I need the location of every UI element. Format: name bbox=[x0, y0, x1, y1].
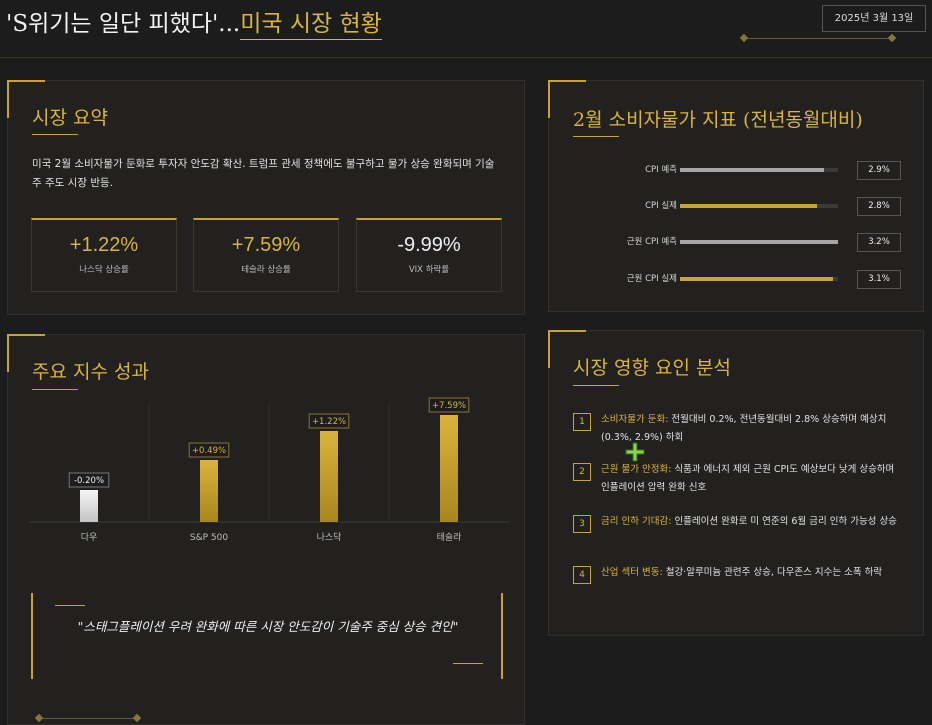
cpi-bar-track bbox=[680, 168, 838, 172]
chart-category-label: S&P 500 bbox=[190, 533, 228, 543]
stat-vix: -9.99% VIX 하락률 bbox=[356, 218, 502, 292]
cpi-label: CPI 예측 bbox=[645, 165, 677, 175]
factor-key: 근원 물가 안정화: bbox=[601, 464, 672, 475]
cpi-label: 근원 CPI 예측 bbox=[626, 237, 677, 247]
stat-nasdaq: +1.22% 나스닥 상승률 bbox=[31, 218, 177, 292]
title-prefix: 'S위기는 일단 피했다'... bbox=[6, 11, 241, 37]
chart-bar bbox=[200, 460, 218, 522]
title-highlight: 미국 시장 현황 bbox=[240, 11, 382, 40]
factor-key: 산업 섹터 변동: bbox=[601, 567, 663, 578]
footer-divider-dot bbox=[34, 713, 44, 723]
cpi-card: 2월 소비자물가 지표 (전년동월대비) CPI 예측 2.9% CPI 실제 … bbox=[548, 80, 924, 312]
cpi-bar-fill bbox=[680, 168, 824, 172]
cpi-label: CPI 실제 bbox=[645, 201, 677, 211]
chart-data-label: -0.20% bbox=[74, 476, 104, 486]
stat-value: -9.99% bbox=[397, 234, 461, 256]
move-cursor-icon bbox=[625, 442, 645, 462]
page-header: 'S위기는 일단 피했다'...미국 시장 현황 2025년 3월 13일 bbox=[0, 0, 932, 58]
factor-number: 4 bbox=[573, 566, 591, 584]
header-divider bbox=[744, 38, 892, 39]
cpi-bar-fill bbox=[680, 240, 838, 244]
summary-text: 미국 2월 소비자물가 둔화로 투자자 안도감 확산. 트럼프 관세 정책에도 … bbox=[32, 158, 495, 189]
factor-desc: 인플레이션 완화로 미 연준의 6월 금리 인하 가능성 상승 bbox=[671, 516, 897, 527]
factor-key: 금리 인하 기대감: bbox=[601, 516, 672, 527]
cpi-value: 3.2% bbox=[857, 233, 901, 252]
cpi-row: 근원 CPI 실제 3.1% bbox=[549, 269, 925, 289]
footer-divider bbox=[39, 718, 139, 719]
cpi-bar-fill bbox=[680, 277, 834, 281]
cpi-value: 2.9% bbox=[857, 161, 901, 180]
title-underline bbox=[573, 136, 619, 137]
date-badge: 2025년 3월 13일 bbox=[822, 5, 926, 32]
factor-text: 금리 인하 기대감: 인플레이션 완화로 미 연준의 6월 금리 인하 가능성 … bbox=[601, 513, 905, 531]
header-divider-dot bbox=[887, 33, 897, 43]
stat-value: +1.22% bbox=[69, 234, 139, 256]
cpi-bar-track bbox=[680, 204, 838, 208]
factor-text: 근원 물가 안정화: 식품과 에너지 제외 근원 CPI도 예상보다 낮게 상승… bbox=[601, 461, 905, 497]
index-title: 주요 지수 성과 bbox=[32, 361, 149, 383]
chart-data-label: +1.22% bbox=[312, 417, 346, 427]
quote-line bbox=[55, 605, 85, 606]
stat-label: 테슬라 상승률 bbox=[241, 265, 291, 275]
market-summary-card: 시장 요약 미국 2월 소비자물가 둔화로 투자자 안도감 확산. 트럼프 관세… bbox=[7, 80, 525, 315]
cpi-row: CPI 실제 2.8% bbox=[549, 196, 925, 216]
factor-key: 소비자물가 둔화: bbox=[601, 414, 669, 425]
stat-label: 나스닥 상승률 bbox=[79, 265, 129, 275]
cpi-value: 3.1% bbox=[857, 270, 901, 289]
title-underline bbox=[573, 385, 619, 386]
quote-text: "스태그플레이션 우려 완화에 따른 시장 안도감이 기술주 중심 상승 견인" bbox=[77, 619, 459, 634]
chart-bar bbox=[440, 415, 458, 522]
factors-title: 시장 영향 요인 분석 bbox=[573, 357, 731, 379]
cpi-bar-track bbox=[680, 277, 838, 281]
index-bar-chart: -0.20% 다우 +0.49% S&P 500 +1.22% 나스닥 +7.59% 테슬라 bbox=[29, 397, 509, 543]
index-performance-card: 주요 지수 성과 -0.20% 다우 +0.49% S&P 500 +1.22% 나스닥 +… bbox=[7, 334, 525, 725]
chart-data-label: +0.49% bbox=[192, 446, 226, 456]
cpi-label: 근원 CPI 실제 bbox=[626, 274, 677, 284]
factor-number: 1 bbox=[573, 413, 591, 431]
cpi-row: 근원 CPI 예측 3.2% bbox=[549, 232, 925, 252]
cpi-row: CPI 예측 2.9% bbox=[549, 160, 925, 180]
factor-desc: 철강·알루미늄 관련주 상승, 다우존스 지수는 소폭 하락 bbox=[662, 567, 883, 578]
footer-divider-dot bbox=[132, 713, 142, 723]
stat-tesla: +7.59% 테슬라 상승률 bbox=[193, 218, 339, 292]
factors-card: 시장 영향 요인 분석 1 소비자물가 둔화: 전월대비 0.2%, 전년동월대… bbox=[548, 330, 924, 636]
quote-line bbox=[453, 663, 483, 664]
stat-label: VIX 하락률 bbox=[408, 265, 450, 275]
title-underline bbox=[32, 134, 78, 135]
chart-category-label: 나스닥 bbox=[317, 532, 342, 543]
cpi-title: 2월 소비자물가 지표 (전년동월대비) bbox=[573, 109, 863, 131]
chart-bar bbox=[320, 431, 338, 522]
factor-number: 2 bbox=[573, 463, 591, 481]
cpi-bar-fill bbox=[680, 204, 818, 208]
chart-data-label: +7.59% bbox=[432, 401, 466, 411]
cpi-bar-track bbox=[680, 240, 838, 244]
summary-title: 시장 요약 bbox=[32, 107, 108, 129]
cpi-value: 2.8% bbox=[857, 197, 901, 216]
factor-number: 3 bbox=[573, 515, 591, 533]
header-divider-dot bbox=[739, 33, 749, 43]
factor-text: 소비자물가 둔화: 전월대비 0.2%, 전년동월대비 2.8% 상승하며 예상… bbox=[601, 411, 905, 447]
page-title: 'S위기는 일단 피했다'...미국 시장 현황 bbox=[6, 4, 382, 40]
chart-bar bbox=[80, 490, 98, 522]
chart-category-label: 테슬라 bbox=[437, 532, 463, 543]
quote-box: "스태그플레이션 우려 완화에 따른 시장 안도감이 기술주 중심 상승 견인" bbox=[31, 593, 503, 679]
factor-text: 산업 섹터 변동: 철강·알루미늄 관련주 상승, 다우존스 지수는 소폭 하락 bbox=[601, 564, 905, 582]
stat-value: +7.59% bbox=[231, 234, 301, 256]
chart-category-label: 다우 bbox=[81, 532, 98, 543]
title-underline bbox=[32, 389, 78, 390]
